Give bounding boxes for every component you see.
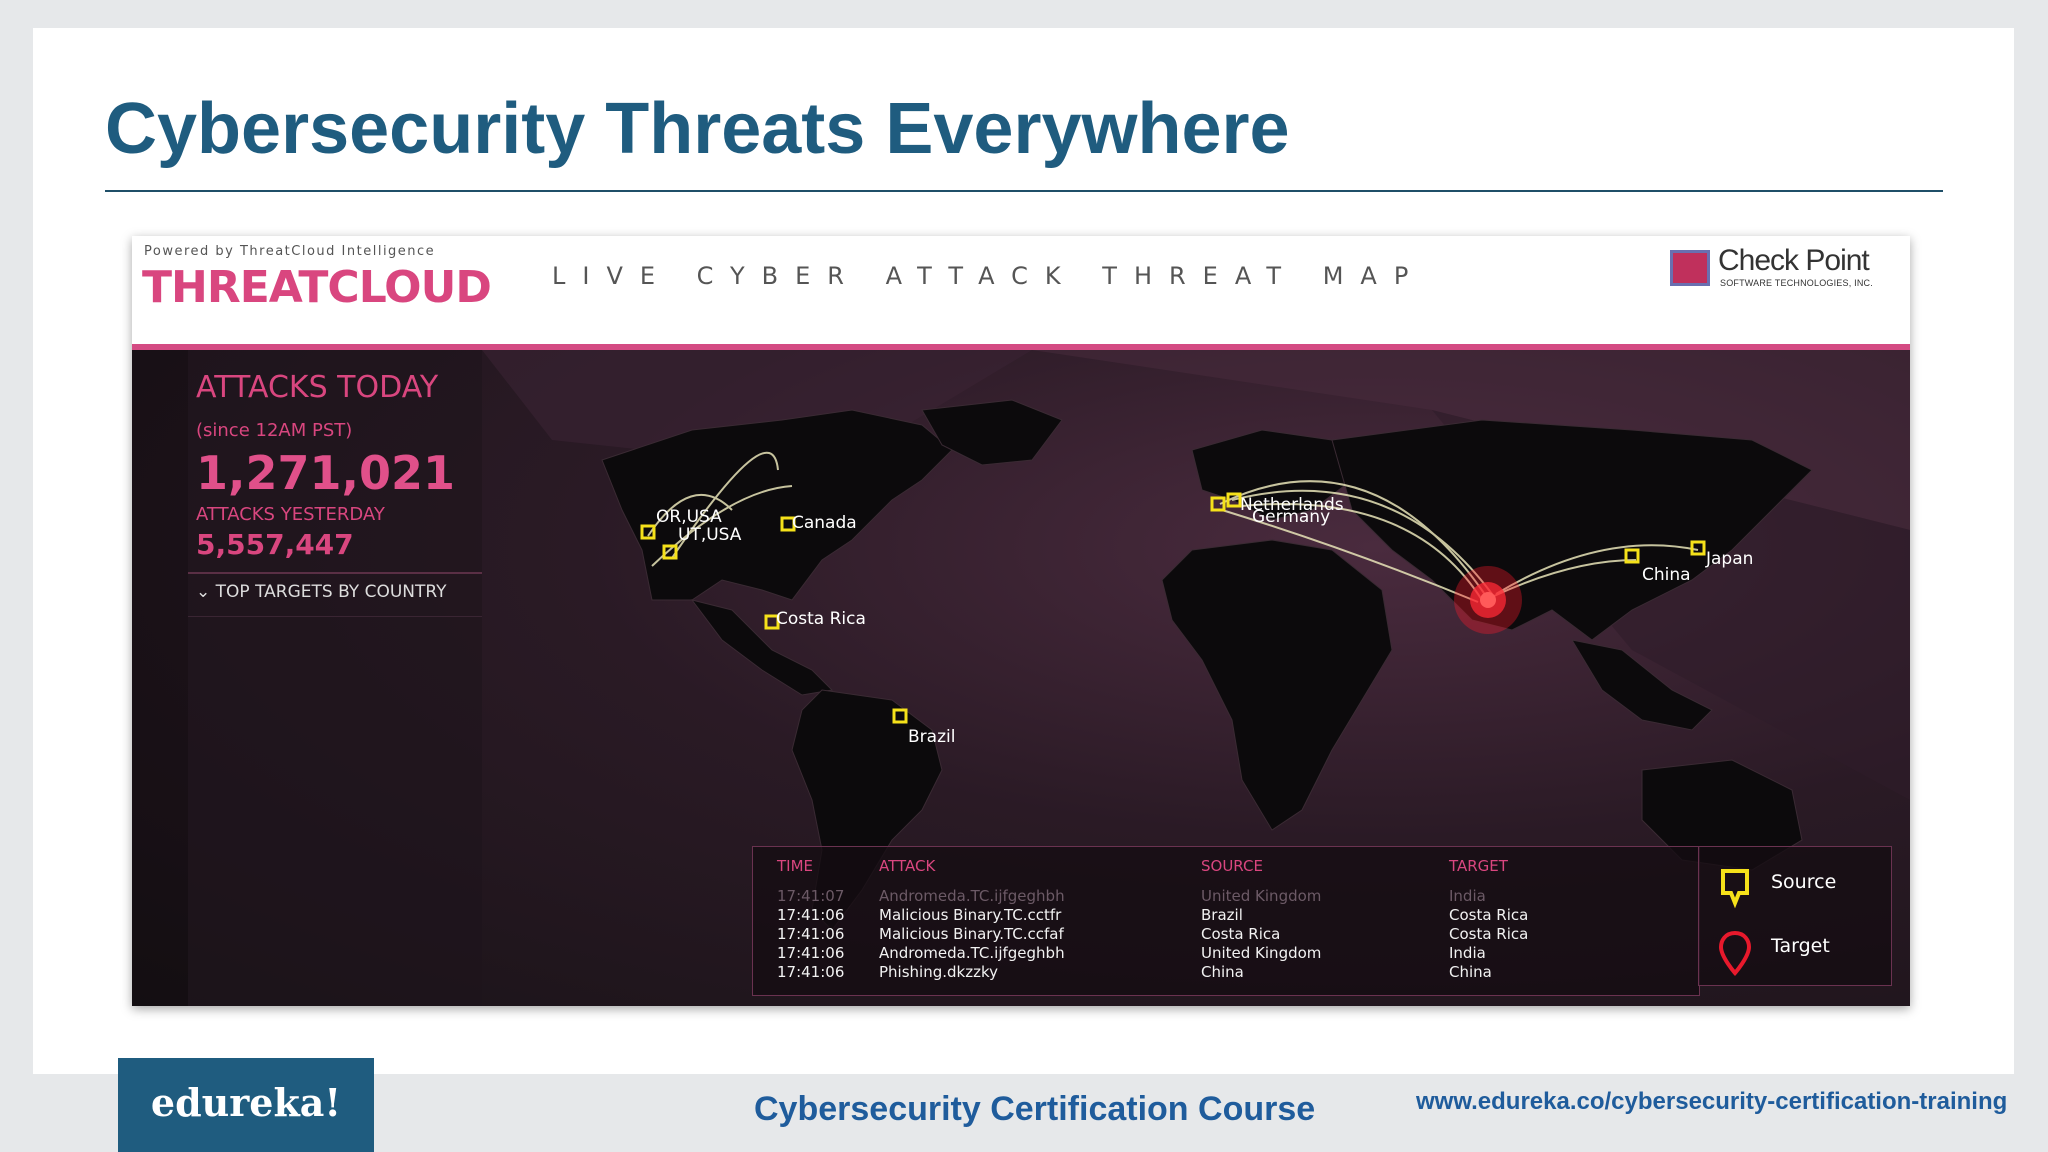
feed-target: Costa Rica bbox=[1449, 906, 1529, 924]
chevron-down-icon: ⌄ bbox=[196, 582, 211, 602]
top-targets-toggle[interactable]: ⌄ TOP TARGETS BY COUNTRY bbox=[196, 582, 447, 602]
label-costa-rica: Costa Rica bbox=[776, 609, 866, 629]
threatcloud-logo: THREATCLOUD bbox=[142, 262, 492, 313]
feed-time: 17:41:06 bbox=[777, 906, 845, 924]
feed-source: Costa Rica bbox=[1201, 925, 1281, 943]
feed-row: 17:41:07 Andromeda.TC.ijfgeghbh United Kin… bbox=[753, 887, 1701, 906]
feed-attack: Phishing.dkzzky bbox=[879, 963, 998, 981]
label-brazil: Brazil bbox=[908, 727, 955, 747]
attack-stats-panel: ATTACKS TODAY (since 12AM PST) 1,271,021… bbox=[188, 350, 482, 1006]
check-point-name: Check Point bbox=[1718, 244, 1870, 277]
map-left-strip bbox=[132, 350, 188, 1006]
feed-attack: Malicious Binary.TC.cctfr bbox=[879, 906, 1062, 924]
africa-shape bbox=[1161, 539, 1393, 831]
label-canada: Canada bbox=[792, 513, 857, 533]
feed-source: United Kingdom bbox=[1201, 944, 1322, 962]
threat-map-panel: Powered by ThreatCloud Intelligence THRE… bbox=[132, 236, 1910, 1006]
threat-map-header: Powered by ThreatCloud Intelligence THRE… bbox=[132, 236, 1910, 344]
target-legend-icon bbox=[1719, 930, 1752, 977]
feed-header-time: TIME bbox=[777, 857, 814, 875]
attacks-today-label: ATTACKS TODAY bbox=[196, 370, 439, 405]
legend-target-label: Target bbox=[1771, 935, 1830, 957]
feed-time: 17:41:06 bbox=[777, 944, 845, 962]
stats-divider-bottom bbox=[188, 616, 482, 617]
feed-header-source: SOURCE bbox=[1201, 857, 1263, 875]
check-point-subtitle: SOFTWARE TECHNOLOGIES, INC. bbox=[1720, 278, 1873, 288]
feed-source: China bbox=[1201, 963, 1244, 981]
legend-source-label: Source bbox=[1771, 871, 1837, 893]
feed-attack: Malicious Binary.TC.ccfaf bbox=[879, 925, 1064, 943]
feed-row: 17:41:06 Andromeda.TC.ijfgeghbh United Kin… bbox=[753, 944, 1701, 963]
feed-target: China bbox=[1449, 963, 1492, 981]
powered-by-text: Powered by ThreatCloud Intelligence bbox=[144, 244, 436, 259]
source-legend-icon bbox=[1721, 869, 1749, 909]
feed-header-target: TARGET bbox=[1449, 857, 1508, 875]
feed-row: 17:41:06 Malicious Binary.TC.cctfr Brazil C… bbox=[753, 906, 1701, 925]
feed-row: 17:41:06 Malicious Binary.TC.ccfaf Costa R… bbox=[753, 925, 1701, 944]
slide-title: Cybersecurity Threats Everywhere bbox=[105, 89, 1290, 169]
stats-divider bbox=[188, 572, 482, 574]
feed-target: India bbox=[1449, 944, 1486, 962]
attacks-yesterday-count: 5,557,447 bbox=[196, 528, 354, 561]
feed-target: Costa Rica bbox=[1449, 925, 1529, 943]
feed-time: 17:41:07 bbox=[777, 887, 845, 905]
attacks-yesterday-label: ATTACKS YESTERDAY bbox=[196, 504, 385, 525]
label-japan: Japan bbox=[1705, 549, 1753, 569]
attacks-today-count: 1,271,021 bbox=[196, 446, 455, 500]
title-divider bbox=[105, 190, 1943, 192]
threat-map-title: LIVE CYBER ATTACK THREAT MAP bbox=[552, 262, 1426, 290]
feed-source: United Kingdom bbox=[1201, 887, 1322, 905]
label-ut-usa: UT,USA bbox=[678, 525, 742, 545]
feed-time: 17:41:06 bbox=[777, 963, 845, 981]
map-legend: Source Target bbox=[1698, 846, 1892, 986]
feed-attack: Andromeda.TC.ijfgeghbh bbox=[879, 944, 1065, 962]
top-targets-label: TOP TARGETS BY COUNTRY bbox=[215, 582, 447, 602]
feed-source: Brazil bbox=[1201, 906, 1243, 924]
feed-attack: Andromeda.TC.ijfgeghbh bbox=[879, 887, 1065, 905]
feed-time: 17:41:06 bbox=[777, 925, 845, 943]
label-china: China bbox=[1642, 565, 1691, 585]
course-title: Cybersecurity Certification Course bbox=[754, 1090, 1316, 1128]
since-label: (since 12AM PST) bbox=[196, 420, 353, 441]
edureka-logo: edureka! bbox=[150, 1080, 342, 1125]
label-germany: Germany bbox=[1252, 507, 1330, 527]
feed-header-attack: ATTACK bbox=[879, 857, 936, 875]
world-map-area[interactable]: OR,USA UT,USA Canada Costa Rica Brazil N… bbox=[132, 350, 1910, 1006]
label-or-usa: OR,USA bbox=[656, 507, 722, 527]
check-point-logo-icon bbox=[1670, 250, 1710, 286]
feed-row: 17:41:06 Phishing.dkzzky China China bbox=[753, 963, 1701, 982]
attack-feed-table: TIME ATTACK SOURCE TARGET 17:41:07 Androm… bbox=[752, 846, 1700, 996]
feed-target: India bbox=[1449, 887, 1486, 905]
footer-url[interactable]: www.edureka.co/cybersecurity-certificati… bbox=[1416, 1088, 2007, 1116]
edureka-logo-box: edureka! bbox=[118, 1058, 374, 1152]
